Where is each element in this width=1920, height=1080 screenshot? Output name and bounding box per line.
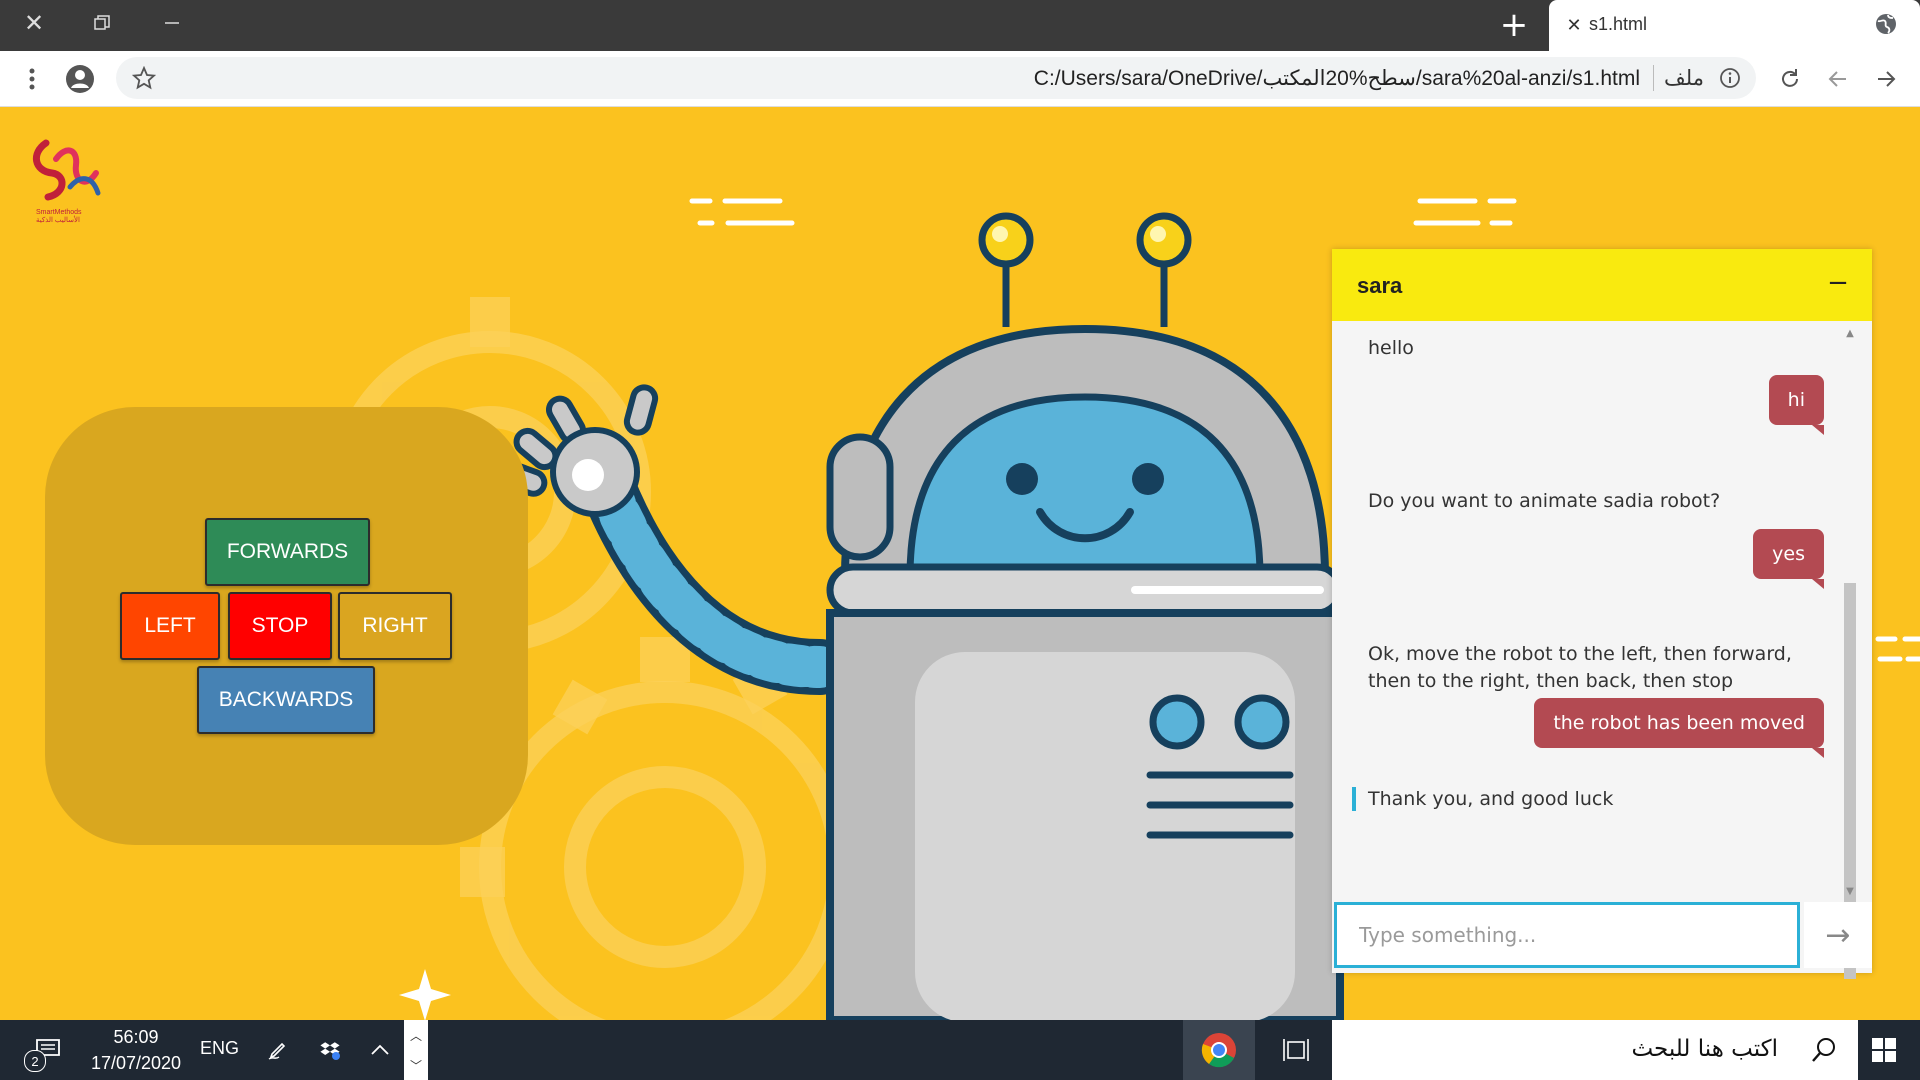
user-message: hi (1768, 375, 1825, 435)
back-arrow-icon[interactable] (1820, 61, 1856, 97)
notification-count-badge: 2 (24, 1050, 46, 1072)
bot-message: Ok, move the robot to the left, then for… (1368, 643, 1792, 692)
info-icon[interactable] (1718, 66, 1742, 90)
chat-input-box[interactable] (1334, 902, 1800, 968)
taskbar-search-box[interactable]: اكتب هنا للبحث (1332, 1020, 1858, 1080)
pen-icon[interactable] (262, 1034, 294, 1066)
windows-start-icon[interactable] (1868, 1034, 1900, 1066)
page-content: SmartMethods الأساليب الذكية FORWARDS LE… (0, 107, 1920, 1020)
url-text[interactable]: C:/Users/sara/OneDrive/سطح%20المكتب/sara… (1034, 66, 1640, 91)
window-restore-icon[interactable] (70, 0, 134, 45)
browser-toolbar: C:/Users/sara/OneDrive/سطح%20المكتب/sara… (0, 51, 1920, 107)
minimize-icon[interactable]: − (1822, 267, 1854, 299)
chat-input[interactable] (1337, 905, 1797, 965)
message-indicator-bar (1352, 787, 1356, 811)
user-message: yes (1753, 529, 1824, 589)
bot-message: hello (1368, 337, 1414, 359)
file-scheme-label: ملف (1664, 66, 1704, 90)
chrome-icon (1201, 1033, 1236, 1068)
input-language[interactable]: ENG (200, 1038, 239, 1059)
clock-time: 56:09 (113, 1027, 159, 1047)
bot-message: Do you want to animate sadia robot? (1368, 490, 1721, 512)
stop-button[interactable]: STOP (228, 592, 332, 660)
url-separator (1653, 65, 1654, 91)
chevron-down-icon[interactable]: ﹀ (410, 1057, 422, 1074)
scroll-up-icon[interactable]: ▲ (1842, 325, 1858, 341)
profile-icon[interactable] (62, 61, 98, 97)
clock-date: 17/07/2020 (90, 1053, 182, 1073)
bookmark-star-icon[interactable] (126, 60, 162, 96)
windows-taskbar: 2 56:09 17/07/2020 ENG ︿ ﹀ اكتب هنا للبح… (0, 1020, 1920, 1080)
bot-message: Thank you, and good luck (1368, 788, 1614, 810)
reload-icon[interactable] (1772, 61, 1808, 97)
window-close-icon[interactable]: ✕ (2, 0, 66, 45)
tab-title: s1.html (1589, 14, 1648, 34)
system-clock[interactable]: 56:09 17/07/2020 (82, 1024, 190, 1076)
send-arrow-icon[interactable]: → (1804, 902, 1872, 968)
tab-close-icon[interactable]: ✕ (1561, 12, 1587, 38)
user-message: the robot has been moved (1534, 698, 1824, 758)
new-tab-button[interactable]: + (1484, 0, 1544, 50)
robot-illustration (500, 212, 1344, 1020)
globe-icon (1874, 12, 1898, 36)
forwards-button[interactable]: FORWARDS (205, 518, 370, 586)
robot-control-panel: FORWARDS LEFT STOP RIGHT BACKWARDS (45, 407, 528, 845)
taskbar-scroll[interactable]: ︿ ﹀ (404, 1020, 428, 1080)
logo-brand-name: SmartMethods (36, 209, 82, 216)
chat-title: sara (1357, 273, 1403, 298)
logo-brand-name-ar: الأساليب الذكية (36, 217, 80, 224)
smartmethods-logo: SmartMethods الأساليب الذكية (26, 137, 106, 227)
dropbox-icon[interactable] (314, 1034, 346, 1066)
window-minimize-icon[interactable] (140, 0, 204, 45)
logo-brand-text: SmartMethods الأساليب الذكية (36, 209, 82, 224)
menu-icon[interactable] (14, 61, 50, 97)
browser-tab[interactable]: ✕ s1.html (1549, 0, 1920, 51)
search-icon (1810, 1036, 1838, 1064)
task-view-icon[interactable] (1280, 1034, 1312, 1066)
chat-messages: hello hi Do you want to animate sadia ro… (1332, 321, 1872, 901)
chat-widget: sara − hello hi Do you want to animate s… (1332, 249, 1872, 979)
logo-mark-icon (33, 139, 101, 201)
show-hidden-icons-icon[interactable] (364, 1034, 396, 1066)
chevron-up-icon[interactable]: ︿ (410, 1027, 422, 1044)
chrome-taskbar-button[interactable] (1183, 1020, 1255, 1080)
forward-arrow-icon[interactable] (1868, 61, 1904, 97)
backwards-button[interactable]: BACKWARDS (197, 666, 375, 734)
chat-header[interactable]: sara − (1332, 249, 1872, 321)
left-button[interactable]: LEFT (120, 592, 220, 660)
right-button[interactable]: RIGHT (338, 592, 452, 660)
browser-titlebar: ✕ + ✕ s1.html (0, 0, 1920, 51)
scroll-down-icon[interactable]: ▼ (1842, 883, 1858, 899)
address-bar[interactable]: C:/Users/sara/OneDrive/سطح%20المكتب/sara… (116, 57, 1756, 99)
taskbar-search-placeholder: اكتب هنا للبحث (1631, 1036, 1778, 1062)
